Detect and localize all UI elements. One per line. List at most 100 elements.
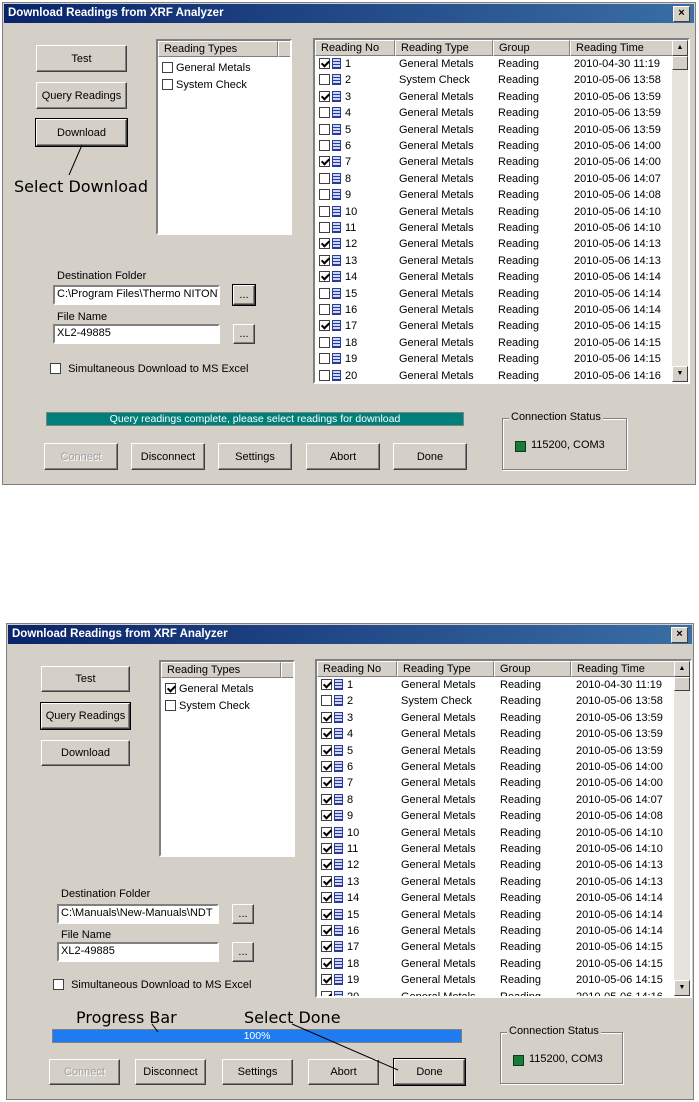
table-row[interactable]: 14 General Metals Reading 2010-05-06 14:14 [317,890,677,906]
excel-download-checkbox[interactable] [53,979,64,990]
reading-type: General Metals [401,843,476,855]
row-checkbox[interactable] [321,728,332,740]
column-header-reading-no[interactable]: Reading No [317,661,397,677]
row-checkbox[interactable] [321,892,332,904]
close-icon[interactable]: × [671,627,688,643]
reading-type: General Metals [399,320,474,333]
column-header-reading-type[interactable]: Reading Type [397,661,494,677]
reading-type-checkbox[interactable] [165,700,176,711]
row-checkbox[interactable] [321,826,332,838]
reading-type-item[interactable]: System Check [165,700,250,712]
reading-doc-icon [334,793,343,805]
table-row[interactable]: 16 General Metals Reading 2010-05-06 14:14 [317,923,677,939]
row-checkbox[interactable] [319,304,330,315]
reading-group: Reading [498,369,539,382]
browse-folder-button[interactable]: ... [232,904,254,924]
row-checkbox[interactable] [319,369,330,381]
table-row[interactable]: 19 General Metals Reading 2010-05-06 14:15 [317,972,677,988]
table-row[interactable]: 16 General Metals Reading 2010-05-06 14:14 [315,302,675,318]
reading-number: 17 [347,941,360,954]
row-checkbox[interactable] [321,859,332,871]
row-checkbox[interactable] [319,336,330,348]
table-row[interactable]: 3 General Metals Reading 2010-05-06 13:59 [317,710,677,726]
table-row[interactable]: 10 General Metals Reading 2010-05-06 14:10 [317,825,677,841]
reading-number: 9 [347,810,354,823]
scroll-up-icon[interactable]: ▲ [674,661,690,677]
reading-type: General Metals [401,761,476,773]
scroll-down-icon[interactable]: ▼ [672,366,688,382]
table-row[interactable]: 18 General Metals Reading 2010-05-06 14:15 [317,956,677,972]
reading-types-header-spacer [281,662,293,678]
table-row[interactable]: 17 General Metals Reading 2010-05-06 14:15 [315,318,675,334]
table-row[interactable]: 11 General Metals Reading 2010-05-06 14:10 [317,841,677,857]
table-row[interactable]: 5 General Metals Reading 2010-05-06 13:59 [317,743,677,759]
row-checkbox[interactable] [319,353,330,365]
connect-button[interactable]: Connect [44,443,118,470]
column-header-group[interactable]: Group [494,661,571,677]
row-checkbox[interactable] [321,941,332,953]
disconnect-button[interactable]: Disconnect [131,443,205,470]
row-checkbox[interactable] [321,974,332,986]
reading-number: 17 [345,320,358,333]
table-row[interactable]: 7 General Metals Reading 2010-05-06 14:00 [317,775,677,791]
table-scrollbar[interactable]: ▲ ▼ [674,661,690,996]
scroll-thumb[interactable] [674,677,690,691]
row-checkbox[interactable] [321,679,332,690]
reading-time: 2010-05-06 14:15 [574,353,661,366]
row-checkbox[interactable] [321,761,332,772]
table-row[interactable]: 12 General Metals Reading 2010-05-06 14:13 [317,857,677,873]
file-name-input[interactable]: XL2-49885 [53,324,220,344]
table-row[interactable]: 1 General Metals Reading 2010-04-30 11:19 [317,677,677,693]
row-checkbox[interactable] [321,777,332,789]
row-checkbox[interactable] [319,320,330,332]
reading-number: 6 [347,761,354,773]
row-checkbox[interactable] [321,695,332,707]
table-row[interactable]: 13 General Metals Reading 2010-05-06 14:13 [317,874,677,890]
reading-group: Reading [500,777,541,790]
table-row[interactable]: 18 General Metals Reading 2010-05-06 14:15 [315,335,675,351]
annotation-select-download: Select Download [14,177,148,196]
table-row[interactable]: 9 General Metals Reading 2010-05-06 14:08 [317,808,677,824]
row-checkbox[interactable] [321,711,332,723]
abort-button[interactable]: Abort [306,443,380,470]
reading-number: 13 [347,875,360,888]
settings-button[interactable]: Settings [218,443,292,470]
download-button[interactable]: Download [41,740,130,766]
table-row[interactable]: 8 General Metals Reading 2010-05-06 14:07 [317,792,677,808]
row-checkbox[interactable] [321,957,332,969]
row-checkbox[interactable] [321,843,332,854]
table-row[interactable]: 4 General Metals Reading 2010-05-06 13:59 [317,726,677,742]
reading-time: 2010-05-06 14:15 [576,941,663,954]
done-button[interactable]: Done [393,443,467,470]
row-checkbox[interactable] [321,744,332,756]
test-button[interactable]: Test [41,666,130,692]
reading-type: General Metals [401,793,476,806]
reading-doc-icon [332,369,341,381]
reading-type: General Metals [401,777,476,790]
table-row[interactable]: 15 General Metals Reading 2010-05-06 14:14 [317,907,677,923]
row-checkbox[interactable] [321,908,332,920]
excel-download-checkbox[interactable] [50,363,61,374]
row-checkbox[interactable] [321,793,332,805]
excel-download-option[interactable]: Simultaneous Download to MS Excel [50,363,248,375]
query-readings-button[interactable]: Query Readings [40,702,131,730]
connection-status-group: Connection Status 115200, COM3 [502,411,627,470]
browse-file-button[interactable]: ... [232,942,254,962]
reading-type-item[interactable]: General Metals [165,683,254,695]
reading-doc-icon [332,353,341,365]
table-row[interactable]: 20 General Metals Reading 2010-05-06 14:16 [315,368,675,382]
row-checkbox[interactable] [321,925,332,936]
table-row[interactable]: 17 General Metals Reading 2010-05-06 14:15 [317,939,677,955]
table-row[interactable]: 2 System Check Reading 2010-05-06 13:58 [317,693,677,709]
browse-file-button[interactable]: ... [233,324,255,344]
reading-type-checkbox[interactable] [165,683,176,694]
reading-number: 16 [345,304,358,316]
row-checkbox[interactable] [321,875,332,887]
reading-time: 2010-05-06 14:14 [576,892,663,905]
table-row[interactable]: 19 General Metals Reading 2010-05-06 14:15 [315,351,675,367]
column-header-reading-time[interactable]: Reading Time [571,661,676,677]
file-name-input[interactable]: XL2-49885 [57,942,219,962]
row-checkbox[interactable] [321,810,332,822]
destination-folder-input[interactable]: C:\Manuals\New-Manuals\NDT [57,904,219,924]
table-row[interactable]: 6 General Metals Reading 2010-05-06 14:00 [317,759,677,775]
